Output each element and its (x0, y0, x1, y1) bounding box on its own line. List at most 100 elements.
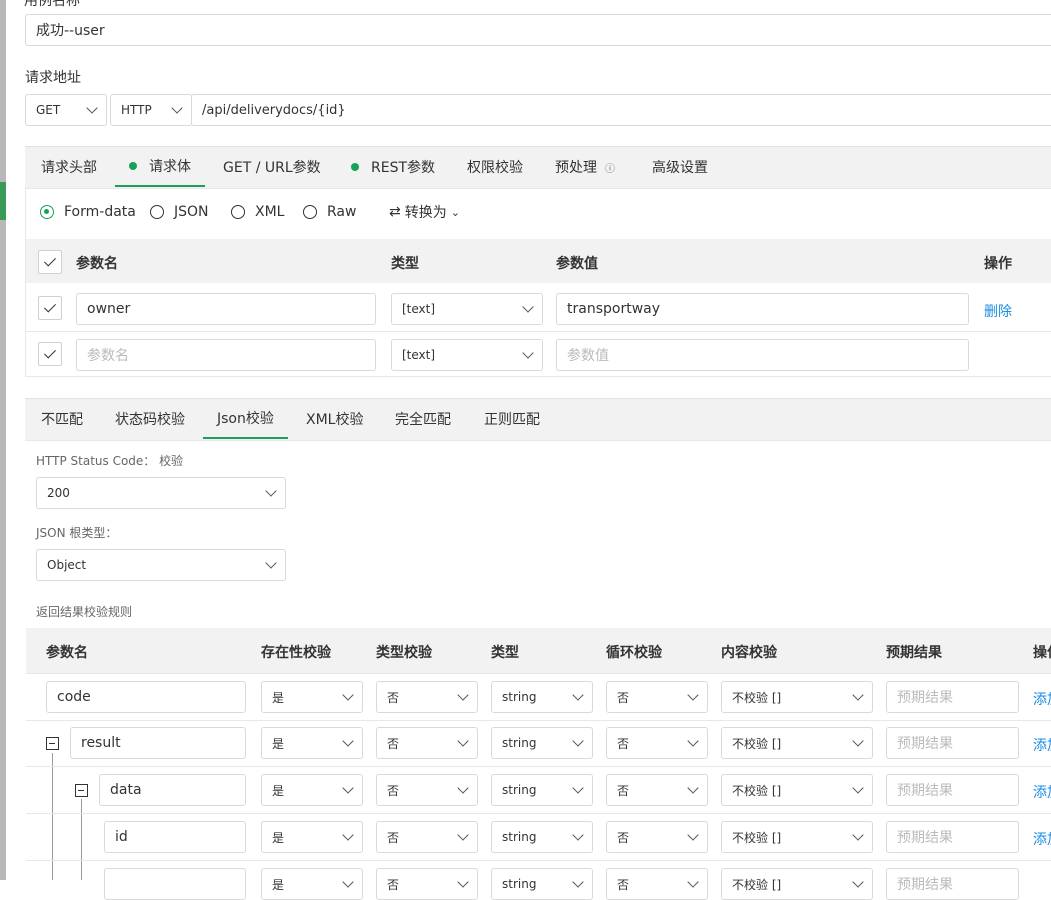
type-check-select[interactable]: 否 (376, 821, 478, 853)
expected-result-placeholder: 预期结果 (897, 830, 953, 846)
body-type-form-data[interactable]: Form-data (40, 204, 136, 220)
row-checkbox[interactable] (38, 296, 62, 320)
path-input[interactable]: /api/deliverydocs/{id} (191, 94, 1051, 126)
body-type-raw[interactable]: Raw (303, 204, 356, 220)
param-value-input[interactable]: transportway (556, 293, 969, 325)
exist-check-select[interactable]: 是 (261, 681, 363, 713)
protocol-select[interactable]: HTTP (110, 94, 192, 126)
left-panel-edge (0, 0, 6, 880)
chevron-down-icon (687, 689, 699, 701)
tab-label: 预处理 (555, 160, 597, 176)
tree-line (81, 799, 82, 880)
loop-check-select[interactable]: 否 (606, 774, 708, 806)
chevron-down-icon (572, 876, 584, 888)
expected-result-input[interactable]: 预期结果 (886, 727, 1019, 759)
root-type-select[interactable]: Object (36, 549, 286, 581)
add-link[interactable]: 添加 (1033, 782, 1051, 802)
select-all-checkbox[interactable] (38, 250, 62, 274)
collapse-icon[interactable] (46, 737, 59, 750)
rules-label: 返回结果校验规则 (36, 605, 133, 619)
loop-check-select[interactable]: 否 (606, 727, 708, 759)
collapse-icon[interactable] (75, 784, 88, 797)
status-code-select[interactable]: 200 (36, 477, 286, 509)
loop-check-select[interactable]: 否 (606, 821, 708, 853)
type-select[interactable]: string (491, 727, 593, 759)
expected-result-input[interactable]: 预期结果 (886, 774, 1019, 806)
type-select[interactable]: string (491, 681, 593, 713)
content-check-select[interactable]: 不校验 [] (721, 774, 873, 806)
tab-label: 不匹配 (41, 412, 83, 428)
type-check-select[interactable]: 否 (376, 774, 478, 806)
rule-name-value: code (57, 689, 91, 705)
tab-request-body[interactable]: 请求体 (115, 147, 205, 187)
content-check-select[interactable]: 不校验 [] (721, 727, 873, 759)
add-link[interactable]: 添加 (1033, 689, 1051, 709)
delete-link[interactable]: 删除 (984, 301, 1012, 321)
exist-check-select[interactable]: 是 (261, 868, 363, 900)
content-check-select[interactable]: 不校验 [] (721, 821, 873, 853)
method-select[interactable]: GET (25, 94, 107, 126)
body-type-json[interactable]: JSON (150, 204, 209, 220)
type-select[interactable]: string (491, 821, 593, 853)
add-link[interactable]: 添加 (1033, 829, 1051, 849)
exist-check-select[interactable]: 是 (261, 727, 363, 759)
url-label: 请求地址 (25, 70, 81, 86)
type-select[interactable]: string (491, 774, 593, 806)
tab-no-match[interactable]: 不匹配 (41, 399, 83, 439)
rule-name-input[interactable]: data (99, 774, 246, 806)
chevron-down-icon (171, 102, 183, 114)
chevron-down-icon (457, 782, 469, 794)
tab-status-code-check[interactable]: 状态码校验 (115, 399, 185, 439)
loop-check-select[interactable]: 否 (606, 681, 708, 713)
tab-full-match[interactable]: 完全匹配 (395, 399, 451, 439)
status-code-value: 200 (47, 486, 70, 500)
expected-result-input[interactable]: 预期结果 (886, 868, 1019, 900)
rule-name-input[interactable]: result (70, 727, 246, 759)
rule-name-input[interactable]: code (46, 681, 246, 713)
loop-check-select[interactable]: 否 (606, 868, 708, 900)
add-link[interactable]: 添加 (1033, 735, 1051, 755)
param-name-input[interactable]: owner (76, 293, 376, 325)
tab-advanced-settings[interactable]: 高级设置 (652, 147, 708, 187)
loop-check-select-value: 否 (617, 690, 630, 705)
type-check-select[interactable]: 否 (376, 868, 478, 900)
type-check-select-value: 否 (387, 877, 400, 892)
expected-result-input[interactable]: 预期结果 (886, 681, 1019, 713)
tab-auth-check[interactable]: 权限校验 (467, 147, 523, 187)
param-value-input[interactable]: 参数值 (556, 339, 969, 371)
type-check-select[interactable]: 否 (376, 727, 478, 759)
header-action: 操作 (984, 256, 1012, 272)
convert-dropdown[interactable]: ⇄ 转换为 ⌄ (389, 203, 460, 221)
tab-xml-check[interactable]: XML校验 (306, 399, 363, 439)
rule-name-input[interactable]: id (104, 821, 246, 853)
tab-request-header[interactable]: 请求头部 (41, 147, 97, 187)
param-type-value: [text] (402, 348, 436, 362)
left-panel-highlight (0, 182, 6, 220)
header-param-value: 参数值 (556, 256, 598, 272)
exist-check-select[interactable]: 是 (261, 821, 363, 853)
row-checkbox[interactable] (38, 342, 62, 366)
chevron-down-icon (457, 689, 469, 701)
chevron-down-icon (687, 782, 699, 794)
expected-result-input[interactable]: 预期结果 (886, 821, 1019, 853)
type-check-select-value: 否 (387, 690, 400, 705)
rules-header-exist: 存在性校验 (261, 645, 331, 661)
case-name-input[interactable]: 成功--user (25, 14, 1051, 46)
tab-regex-match[interactable]: 正则匹配 (484, 399, 540, 439)
chevron-down-icon (572, 689, 584, 701)
tab-get-url-params[interactable]: GET / URL参数 (223, 147, 321, 187)
exist-check-select[interactable]: 是 (261, 774, 363, 806)
param-type-select[interactable]: [text] (391, 339, 543, 371)
content-check-select[interactable]: 不校验 [] (721, 868, 873, 900)
rule-name-input[interactable] (104, 868, 246, 900)
tab-preprocess[interactable]: 预处理 ⓘ (555, 147, 615, 187)
method-value: GET (36, 103, 61, 117)
type-select[interactable]: string (491, 868, 593, 900)
body-type-xml[interactable]: XML (231, 204, 284, 220)
param-name-input[interactable]: 参数名 (76, 339, 376, 371)
type-check-select[interactable]: 否 (376, 681, 478, 713)
content-check-select[interactable]: 不校验 [] (721, 681, 873, 713)
tab-json-check[interactable]: Json校验 (203, 399, 288, 439)
tab-rest-params[interactable]: REST参数 (351, 147, 435, 187)
param-type-select[interactable]: [text] (391, 293, 543, 325)
